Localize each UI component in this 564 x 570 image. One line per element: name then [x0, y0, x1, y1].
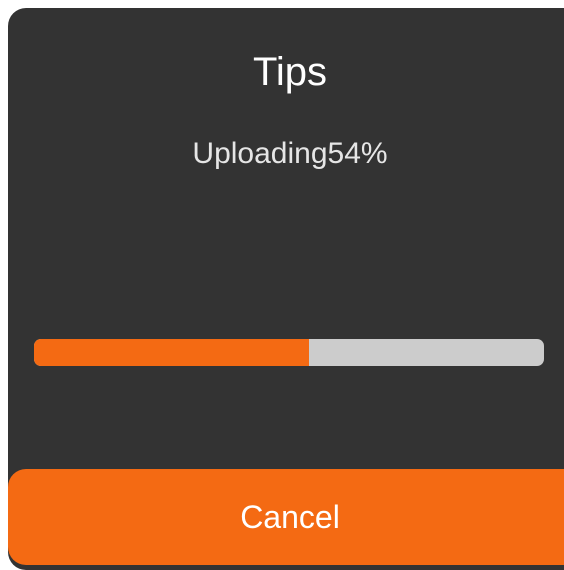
upload-progress-fill: [34, 339, 310, 366]
upload-progress-bar: [34, 339, 544, 366]
cancel-button[interactable]: Cancel: [8, 469, 564, 565]
dialog-title: Tips: [252, 50, 328, 94]
upload-dialog: Tips Uploading54% Cancel: [8, 8, 564, 570]
cancel-button-label: Cancel: [240, 498, 340, 535]
upload-status-text: Uploading54%: [192, 137, 388, 170]
